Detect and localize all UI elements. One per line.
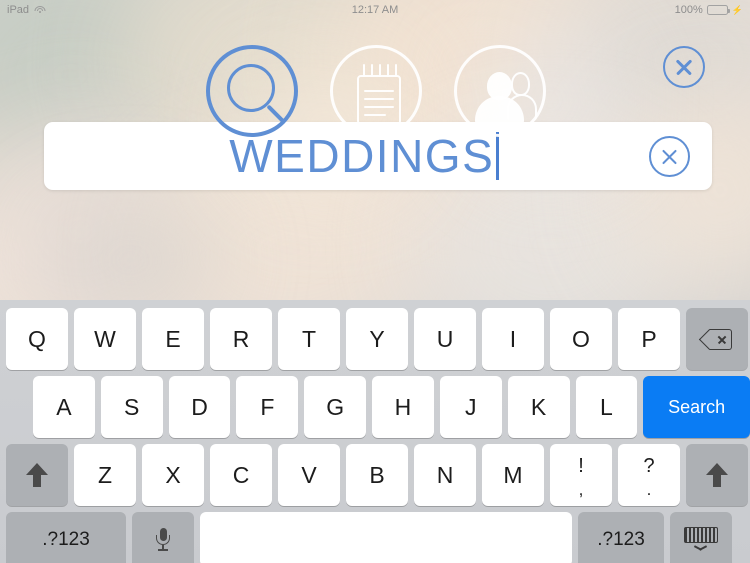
key-j[interactable]: J xyxy=(439,376,502,438)
key-comma-label: , xyxy=(578,480,584,499)
key-g[interactable]: G xyxy=(304,376,367,438)
key-h[interactable]: H xyxy=(372,376,434,438)
key-dictation[interactable] xyxy=(132,512,194,563)
key-z[interactable]: Z xyxy=(74,444,136,506)
close-button[interactable] xyxy=(663,46,705,88)
shift-arrow-icon xyxy=(706,463,728,487)
key-x[interactable]: X xyxy=(142,444,204,506)
key-p[interactable]: P xyxy=(618,308,680,370)
key-d[interactable]: D xyxy=(168,376,231,438)
key-r[interactable]: R xyxy=(210,308,272,370)
backspace-icon xyxy=(698,328,732,350)
status-bar: iPad 12:17 AM 100% ⚡ xyxy=(0,0,750,20)
key-shift-left[interactable] xyxy=(6,444,68,506)
onscreen-keyboard[interactable]: Q W E R T Y U I O P A S D F G H J K L Se… xyxy=(0,300,750,563)
key-numeric-left[interactable]: .?123 xyxy=(6,512,126,563)
key-f[interactable]: F xyxy=(236,376,299,438)
key-y[interactable]: Y xyxy=(346,308,408,370)
shift-arrow-icon xyxy=(26,463,48,487)
key-o[interactable]: O xyxy=(550,308,612,370)
key-backspace[interactable] xyxy=(686,308,748,370)
key-i[interactable]: I xyxy=(482,308,544,370)
key-s[interactable]: S xyxy=(100,376,163,438)
key-exclamation-label: ! xyxy=(578,455,584,477)
key-a[interactable]: A xyxy=(33,376,95,438)
tab-notes[interactable] xyxy=(330,45,422,137)
key-period-label: . xyxy=(646,480,652,499)
key-w[interactable]: W xyxy=(74,308,136,370)
key-question-label: ? xyxy=(643,455,655,477)
hide-keyboard-icon xyxy=(684,526,718,553)
key-space[interactable] xyxy=(200,512,572,563)
key-search-return[interactable]: Search xyxy=(643,376,750,438)
key-u[interactable]: U xyxy=(414,308,476,370)
key-t[interactable]: T xyxy=(278,308,340,370)
key-q[interactable]: Q xyxy=(6,308,68,370)
key-e[interactable]: E xyxy=(142,308,204,370)
key-m[interactable]: M xyxy=(482,444,544,506)
magnifier-handle-icon xyxy=(266,104,286,124)
key-b[interactable]: B xyxy=(346,444,408,506)
key-exclamation-comma[interactable]: ! , xyxy=(550,444,612,506)
tab-search[interactable] xyxy=(206,45,298,137)
key-v[interactable]: V xyxy=(278,444,340,506)
microphone-icon xyxy=(155,527,171,552)
search-input-value: WEDDINGS xyxy=(229,130,495,182)
key-c[interactable]: C xyxy=(210,444,272,506)
key-n[interactable]: N xyxy=(414,444,476,506)
battery-icon xyxy=(706,5,730,15)
key-question-period[interactable]: ? . xyxy=(618,444,680,506)
key-numeric-right[interactable]: .?123 xyxy=(578,512,664,563)
key-k[interactable]: K xyxy=(507,376,570,438)
key-shift-right[interactable] xyxy=(686,444,748,506)
text-caret xyxy=(496,132,499,180)
status-clock: 12:17 AM xyxy=(351,4,399,16)
key-l[interactable]: L xyxy=(575,376,638,438)
key-hide-keyboard[interactable] xyxy=(670,512,732,563)
clear-search-button[interactable] xyxy=(649,136,690,177)
contacts-back-head-icon xyxy=(511,72,530,96)
battery-percent-label: 100% xyxy=(674,4,703,16)
lightning-bolt-icon: ⚡ xyxy=(731,4,743,15)
tab-contacts[interactable] xyxy=(454,45,546,137)
